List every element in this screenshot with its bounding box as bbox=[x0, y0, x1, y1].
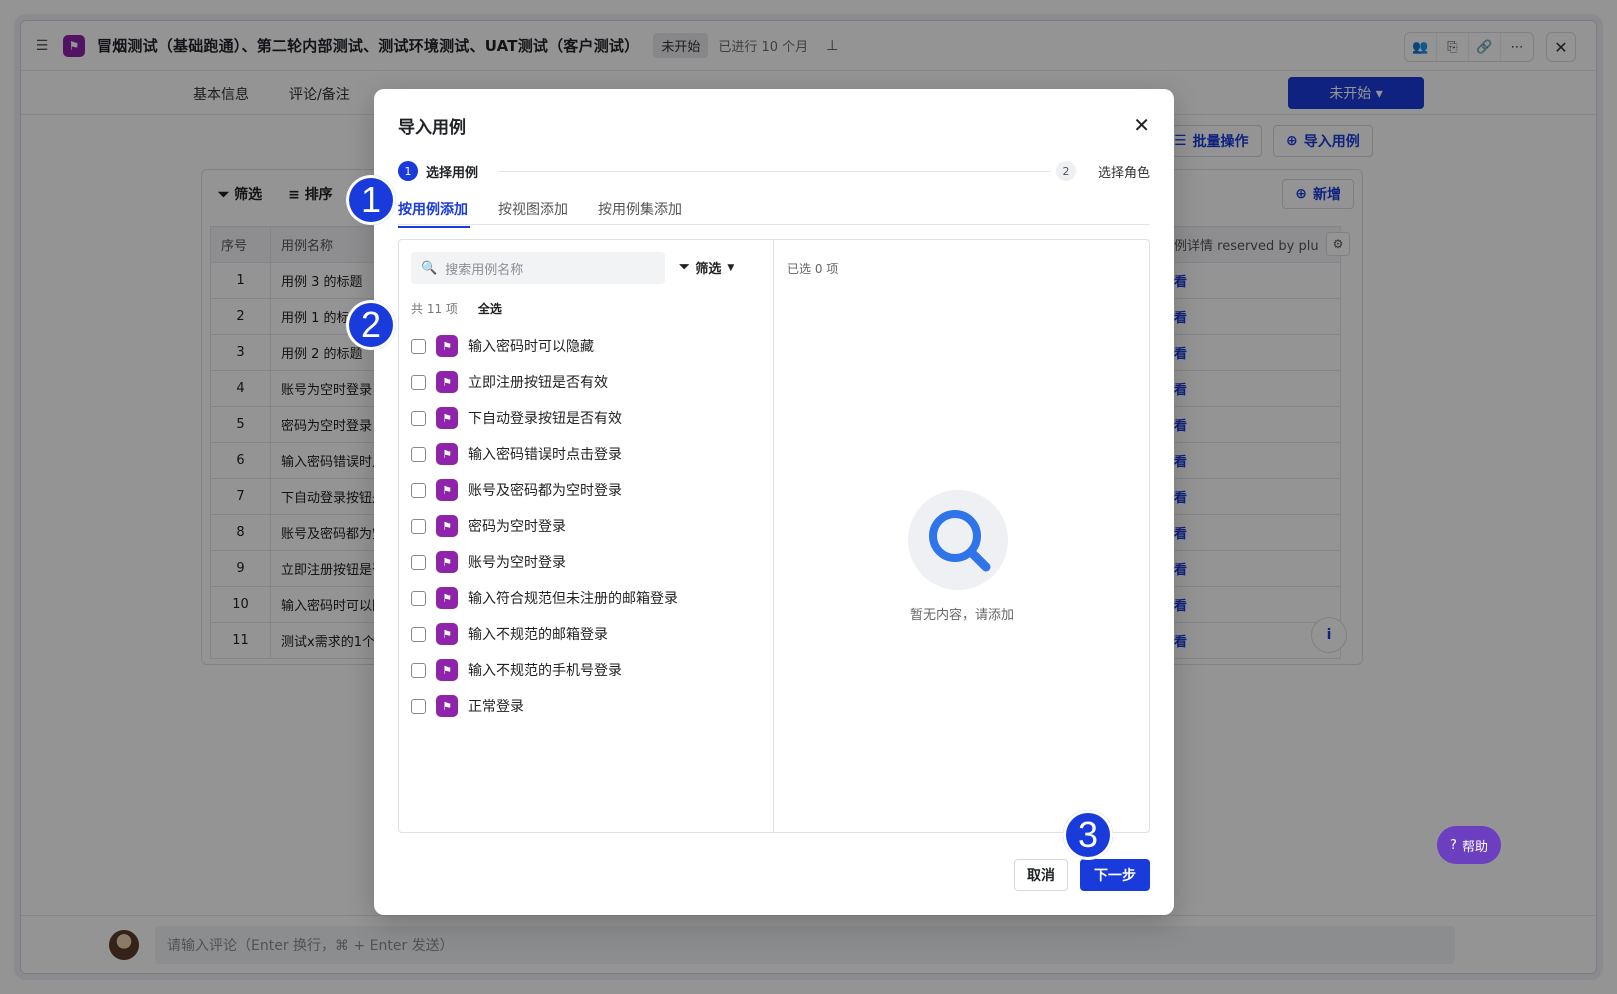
checkbox[interactable] bbox=[411, 698, 426, 714]
list-item[interactable]: ⚑ 账号为空时登录 bbox=[411, 544, 678, 580]
help-label: 帮助 bbox=[1461, 839, 1488, 855]
checkbox[interactable] bbox=[411, 482, 426, 498]
stepper: 1 选择用例 2 选择角色 bbox=[398, 161, 1150, 181]
list-item[interactable]: ⚑ 正常登录 bbox=[411, 688, 678, 724]
list-item[interactable]: ⚑ 输入不规范的邮箱登录 bbox=[411, 616, 678, 652]
list-item[interactable]: ⚑ 密码为空时登录 bbox=[411, 508, 678, 544]
bookmark-icon: ⚑ bbox=[436, 659, 458, 681]
checkbox[interactable] bbox=[411, 446, 426, 462]
filter-icon: ⏷ bbox=[679, 260, 690, 275]
bookmark-icon: ⚑ bbox=[436, 335, 458, 357]
case-name: 输入密码错误时点击登录 bbox=[468, 447, 622, 463]
list-item[interactable]: ⚑ 账号及密码都为空时登录 bbox=[411, 472, 678, 508]
search-placeholder: 搜索用例名称 bbox=[445, 262, 524, 278]
question-icon: ? bbox=[1450, 837, 1457, 853]
selected-cases-pane: 已选 0 项 暂无内容，请添加 bbox=[775, 240, 1149, 832]
list-item[interactable]: ⚑ 下自动登录按钮是否有效 bbox=[411, 400, 678, 436]
step-2-label: 选择角色 bbox=[1097, 166, 1150, 181]
checkbox[interactable] bbox=[411, 590, 426, 606]
checkbox[interactable] bbox=[411, 662, 426, 678]
case-name: 账号及密码都为空时登录 bbox=[468, 483, 622, 499]
list-item[interactable]: ⚑ 输入密码错误时点击登录 bbox=[411, 436, 678, 472]
caret-down-icon: ▼ bbox=[727, 262, 735, 273]
step-connector bbox=[498, 171, 1050, 172]
checkbox[interactable] bbox=[411, 554, 426, 570]
bookmark-icon: ⚑ bbox=[436, 623, 458, 645]
case-list: ⚑ 输入密码时可以隐藏 ⚑ 立即注册按钮是否有效 ⚑ 下自动登录按钮是否有效 ⚑ 输入密码错误… bbox=[411, 328, 678, 724]
dialog-tabs: 按用例添加 按视图添加 按用例集添加 bbox=[398, 193, 1150, 228]
step-marker-1: 1 bbox=[346, 175, 396, 225]
bookmark-icon: ⚑ bbox=[436, 371, 458, 393]
bookmark-icon: ⚑ bbox=[436, 443, 458, 465]
checkbox[interactable] bbox=[411, 410, 426, 426]
help-button[interactable]: ? 帮助 bbox=[1437, 826, 1501, 864]
step-1-indicator: 1 bbox=[398, 161, 418, 181]
tab-by-view[interactable]: 按视图添加 bbox=[498, 199, 568, 219]
search-icon: 🔍 bbox=[421, 260, 438, 276]
step-1-label: 选择用例 bbox=[426, 166, 479, 181]
case-name: 输入不规范的手机号登录 bbox=[468, 663, 622, 679]
checkbox[interactable] bbox=[411, 626, 426, 642]
search-input[interactable]: 🔍 搜索用例名称 bbox=[411, 252, 665, 284]
list-item[interactable]: ⚑ 输入符合规范但未注册的邮箱登录 bbox=[411, 580, 678, 616]
case-name: 输入符合规范但未注册的邮箱登录 bbox=[468, 591, 678, 607]
bookmark-icon: ⚑ bbox=[436, 695, 458, 717]
filter-dropdown[interactable]: ⏷ 筛选 ▼ bbox=[679, 258, 734, 277]
empty-search-icon bbox=[908, 490, 1008, 590]
list-summary: 共 11 项 全选 bbox=[411, 300, 502, 317]
selection-area: 🔍 搜索用例名称 ⏷ 筛选 ▼ 共 11 项 全选 ⚑ 输入密码时可以隐藏 ⚑ 立即注… bbox=[398, 239, 1150, 833]
select-all-link[interactable]: 全选 bbox=[478, 300, 502, 317]
bookmark-icon: ⚑ bbox=[436, 515, 458, 537]
cancel-button[interactable]: 取消 bbox=[1014, 859, 1068, 891]
case-name: 下自动登录按钮是否有效 bbox=[468, 411, 622, 427]
checkbox[interactable] bbox=[411, 338, 426, 354]
dialog-title: 导入用例 bbox=[398, 118, 466, 138]
case-name: 密码为空时登录 bbox=[468, 519, 566, 535]
step-2-indicator: 2 bbox=[1056, 161, 1076, 181]
tab-by-case-set[interactable]: 按用例集添加 bbox=[598, 199, 682, 219]
total-count: 共 11 项 bbox=[411, 302, 458, 316]
bookmark-icon: ⚑ bbox=[436, 407, 458, 429]
case-name: 输入密码时可以隐藏 bbox=[468, 339, 594, 355]
next-button[interactable]: 下一步 bbox=[1080, 859, 1150, 891]
list-item[interactable]: ⚑ 立即注册按钮是否有效 bbox=[411, 364, 678, 400]
available-cases-pane: 🔍 搜索用例名称 ⏷ 筛选 ▼ 共 11 项 全选 ⚑ 输入密码时可以隐藏 ⚑ 立即注… bbox=[399, 240, 774, 832]
bookmark-icon: ⚑ bbox=[436, 479, 458, 501]
bookmark-icon: ⚑ bbox=[436, 587, 458, 609]
step-marker-2: 2 bbox=[346, 300, 396, 350]
case-name: 账号为空时登录 bbox=[468, 555, 566, 571]
filter-label: 筛选 bbox=[695, 262, 722, 277]
dialog-footer: 取消 下一步 bbox=[1014, 859, 1150, 891]
case-name: 立即注册按钮是否有效 bbox=[468, 375, 608, 391]
checkbox[interactable] bbox=[411, 374, 426, 390]
close-icon[interactable]: ✕ bbox=[1133, 113, 1150, 137]
bookmark-icon: ⚑ bbox=[436, 551, 458, 573]
checkbox[interactable] bbox=[411, 518, 426, 534]
list-item[interactable]: ⚑ 输入不规范的手机号登录 bbox=[411, 652, 678, 688]
case-name: 输入不规范的邮箱登录 bbox=[468, 627, 608, 643]
step-marker-3: 3 bbox=[1063, 810, 1113, 860]
tab-by-case[interactable]: 按用例添加 bbox=[398, 199, 470, 228]
list-item[interactable]: ⚑ 输入密码时可以隐藏 bbox=[411, 328, 678, 364]
selected-count: 已选 0 项 bbox=[787, 262, 839, 276]
case-name: 正常登录 bbox=[468, 699, 524, 715]
import-cases-dialog: 导入用例 ✕ 1 选择用例 2 选择角色 按用例添加 按视图添加 按用例集添加 … bbox=[374, 89, 1174, 915]
empty-state-text: 暂无内容，请添加 bbox=[909, 608, 1014, 623]
